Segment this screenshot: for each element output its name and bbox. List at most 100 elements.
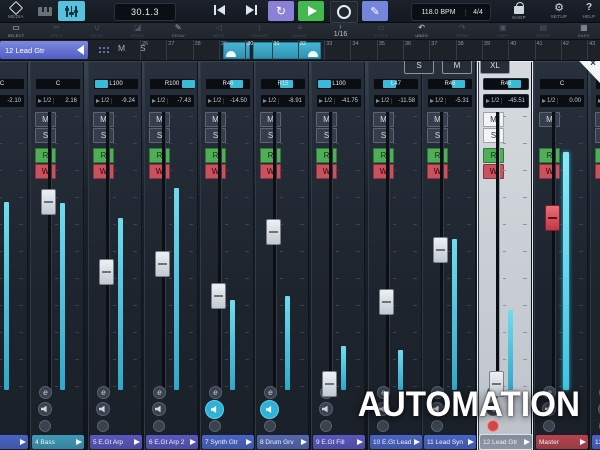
fader-handle[interactable] (545, 205, 560, 231)
cycle-button[interactable]: ↻ (268, 1, 294, 21)
skip-to-end-button[interactable] (246, 5, 257, 15)
tool-quant[interactable]: ≡QUANT (288, 24, 312, 38)
solo-button[interactable]: S (373, 128, 394, 143)
channel-edit-button[interactable]: e (97, 386, 110, 399)
fader-handle[interactable] (379, 289, 394, 315)
write-automation-button[interactable]: W (316, 164, 337, 179)
help-button[interactable]: ? HELP (578, 0, 600, 22)
read-automation-button[interactable]: R (427, 148, 448, 163)
tempo-display[interactable]: 118.0 BPM 4/4 (411, 3, 491, 21)
write-automation-button[interactable]: W (93, 164, 114, 179)
solo-button[interactable]: S (35, 128, 56, 143)
write-automation-button[interactable]: W (483, 164, 504, 179)
loop-handle-icon[interactable] (308, 51, 318, 57)
record-arm-button[interactable] (320, 420, 332, 432)
monitor-speaker-button[interactable] (319, 402, 333, 416)
record-arm-button[interactable] (264, 420, 276, 432)
read-automation-button[interactable]: R (93, 148, 114, 163)
tool-erase[interactable]: ◪ERASE (126, 24, 150, 38)
read-automation-button[interactable]: R (373, 148, 394, 163)
fader-handle[interactable] (266, 219, 281, 245)
channel-name-label[interactable]: 11 Lead Syn (424, 435, 476, 449)
solo-button[interactable]: S (595, 128, 600, 143)
pan-slider[interactable]: R46 (483, 78, 529, 90)
channel-strip[interactable]: R1001/2-7.43MSRWe6 E.Gt Arp 2 (144, 62, 198, 450)
channel-name-label[interactable]: 9 E.Gt Fill (313, 435, 365, 449)
channel-strip[interactable]: R151/2-8.91MSRWe8 Drum Grv (255, 62, 309, 450)
read-automation-button[interactable]: R (35, 148, 56, 163)
mute-button[interactable]: M (595, 112, 600, 127)
read-automation-button[interactable]: R (595, 148, 600, 163)
mute-button[interactable]: M (427, 112, 448, 127)
record-arm-button[interactable] (97, 420, 109, 432)
channel-name-label[interactable]: 3 Gtr (0, 435, 28, 449)
channel-edit-button[interactable]: e (209, 386, 222, 399)
channel-strip[interactable]: C1/2MSRWe13 (590, 62, 600, 450)
mute-button[interactable]: M (483, 112, 504, 127)
mixer-button-active[interactable] (58, 1, 85, 21)
channel-edit-button[interactable]: e (153, 386, 166, 399)
media-button[interactable]: MEDIA (4, 0, 28, 22)
read-automation-button[interactable]: R (316, 148, 337, 163)
pan-slider[interactable]: L100 (316, 78, 362, 90)
tool-glue[interactable]: ∪GLUE (85, 24, 109, 38)
record-arm-button[interactable] (209, 420, 221, 432)
mute-button[interactable]: M (35, 112, 56, 127)
output-gain-readout[interactable]: 1/2-45.51 (483, 94, 529, 108)
output-gain-readout[interactable]: 1/22.16 (35, 94, 81, 108)
pan-slider[interactable]: L100 (93, 78, 139, 90)
channel-name-label[interactable]: 5 E.Gt Arp (90, 435, 142, 449)
output-gain-readout[interactable]: 1/2-9.24 (93, 94, 139, 108)
read-automation-button[interactable]: R (260, 148, 281, 163)
mute-button[interactable]: M (93, 112, 114, 127)
channel-name-label[interactable]: Master (536, 435, 588, 449)
fader-handle[interactable] (211, 283, 226, 309)
pan-slider[interactable]: R46 (427, 78, 473, 90)
write-automation-button[interactable]: W (595, 164, 600, 179)
output-gain-readout[interactable]: 1/2-11.58 (373, 94, 419, 108)
output-gain-readout[interactable]: 1/20.00 (539, 94, 585, 108)
channel-name-label[interactable]: 6 E.Gt Arp 2 (146, 435, 198, 449)
solo-button[interactable]: S (93, 128, 114, 143)
pattern-dots-icon[interactable] (99, 47, 101, 49)
mute-button[interactable]: M (316, 112, 337, 127)
tool-bars[interactable]: ▦BARS (572, 24, 596, 38)
write-automation-button[interactable]: W (205, 164, 226, 179)
output-gain-readout[interactable]: 1/2-2.10 (0, 94, 25, 108)
channel-strip[interactable]: L100 1/2-9.24 MSRWe 5 E.Gt Arp (88, 62, 142, 450)
tool-draw[interactable]: ✎DRAW (166, 24, 190, 38)
pan-slider[interactable]: C (35, 78, 81, 90)
fader-handle[interactable] (433, 237, 448, 263)
setup-button[interactable]: ⚙ SETUP (546, 0, 572, 22)
channel-edit-button[interactable]: e (264, 386, 277, 399)
solo-button[interactable]: S (205, 128, 226, 143)
tool-split[interactable]: ✂SPLIT (45, 24, 69, 38)
mute-button[interactable]: M (373, 112, 394, 127)
output-gain-readout[interactable]: 1/2 (595, 94, 600, 108)
selected-track-chip[interactable]: 12 Lead Gtr (0, 41, 88, 59)
output-gain-readout[interactable]: 1/2-14.50 (205, 94, 251, 108)
tool-copy[interactable]: ▣COPY (491, 24, 515, 38)
tool-cycle[interactable]: ▭CYCLE (369, 24, 393, 38)
skip-to-start-button[interactable] (214, 5, 225, 15)
tool-mute[interactable]: ◁MUTE (207, 24, 231, 38)
write-automation-button[interactable]: W (149, 164, 170, 179)
fader-handle[interactable] (99, 259, 114, 285)
pan-slider[interactable]: R15 (260, 78, 306, 90)
pan-slider[interactable]: R46 (205, 78, 251, 90)
read-automation-button[interactable]: R (539, 148, 560, 163)
record-arm-button[interactable] (39, 420, 51, 432)
solo-button[interactable]: S (316, 128, 337, 143)
channel-name-label[interactable]: 7 Synth Gtr (202, 435, 254, 449)
pan-slider[interactable]: L47 (373, 78, 419, 90)
fader-handle[interactable] (155, 251, 170, 277)
monitor-speaker-button[interactable] (152, 402, 166, 416)
channel-strip[interactable]: C1/2-2.10MSRWe3 Gtr (0, 62, 28, 450)
write-automation-button[interactable]: W (427, 164, 448, 179)
solo-button[interactable]: S (260, 128, 281, 143)
channel-edit-button[interactable]: e (39, 386, 52, 399)
draw-button[interactable]: ✎ (362, 1, 388, 21)
channel-name-label[interactable]: 8 Drum Grv (257, 435, 309, 449)
read-automation-button[interactable]: R (149, 148, 170, 163)
solo-button[interactable]: S (427, 128, 448, 143)
